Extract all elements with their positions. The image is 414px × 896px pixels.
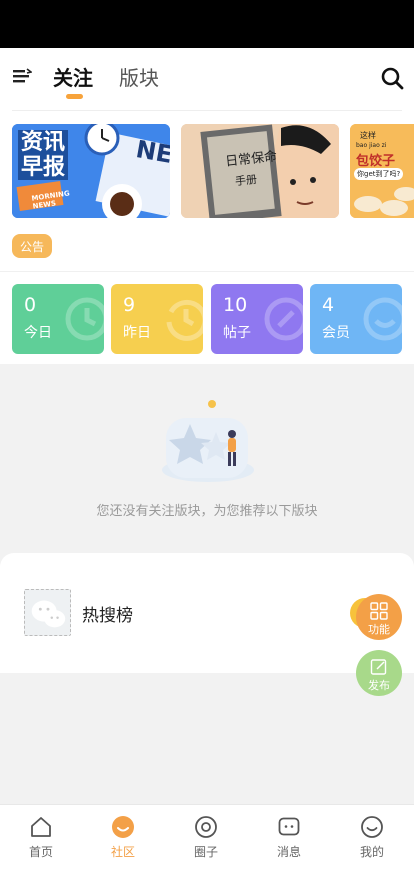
stat-label-today: 今日 — [24, 325, 52, 341]
home-icon — [31, 817, 51, 837]
recommendation-title: 热搜榜 — [82, 606, 133, 626]
stat-card-today[interactable]: 0 今日 — [12, 284, 104, 354]
banner-title-line-1: 资讯 — [18, 130, 69, 155]
nav-label-message: 消息 — [276, 845, 301, 859]
tab-follow[interactable]: 关注 — [53, 62, 93, 91]
nav-label-community: 社区 — [110, 845, 135, 859]
recommendation-item[interactable]: 热搜榜 — [24, 589, 274, 637]
notice-divider — [0, 271, 414, 272]
bottom-safe-area — [0, 874, 414, 896]
notice-chip[interactable]: 公告 — [12, 234, 52, 258]
nav-item-circle[interactable]: 圈子 — [165, 805, 247, 865]
tab-indicator — [66, 94, 83, 99]
stat-label-members: 会员 — [322, 325, 350, 341]
history-icon — [166, 299, 203, 341]
publish-label: 发布 — [368, 679, 390, 692]
profile-icon — [361, 816, 383, 838]
banner-title-line-2: 早报 — [18, 155, 69, 180]
stat-value-members: 4 — [322, 294, 335, 316]
banner-morning-news[interactable]: 资讯 早报 MORNING NEWS NE — [12, 124, 170, 218]
nav-item-message[interactable]: 消息 — [248, 805, 330, 865]
stat-card-posts[interactable]: 10 帖子 — [211, 284, 303, 354]
empty-state-illustration — [162, 400, 254, 482]
function-label: 功能 — [368, 623, 390, 636]
dumplings-top-text: 这样 — [360, 131, 376, 140]
community-icon — [112, 816, 134, 838]
menu-icon[interactable] — [12, 66, 32, 86]
nav-item-community[interactable]: 社区 — [82, 805, 164, 865]
bottom-nav: 首页 社区 圈子 消息 我的 — [0, 804, 414, 874]
nav-item-profile[interactable]: 我的 — [331, 805, 413, 865]
grid-icon — [370, 602, 388, 620]
handbook-subtitle: 手册 — [234, 172, 258, 189]
message-icon — [278, 817, 300, 836]
header: 关注 版块 — [0, 48, 414, 110]
smile-icon — [363, 297, 402, 341]
tab-sections[interactable]: 版块 — [119, 62, 159, 91]
nav-label-profile: 我的 — [359, 845, 384, 859]
dumplings-pinyin: bao jiao zi — [356, 142, 387, 149]
function-button[interactable]: 功能 — [356, 594, 402, 640]
handbook-illustration — [181, 124, 339, 218]
banner-dumplings[interactable]: 这样 bao jiao zi 包饺子 你get到了吗? — [350, 124, 414, 218]
publish-button[interactable]: 发布 — [356, 650, 402, 696]
stat-card-members[interactable]: 4 会员 — [310, 284, 402, 354]
stat-value-today: 0 — [24, 294, 37, 316]
dumplings-bubble: 你get到了吗? — [354, 168, 404, 180]
nav-item-home[interactable]: 首页 — [0, 805, 82, 865]
nav-label-home: 首页 — [28, 845, 53, 859]
stat-card-yesterday[interactable]: 9 昨日 — [111, 284, 203, 354]
stat-label-posts: 帖子 — [223, 325, 251, 341]
top-panel: 关注 版块 资讯 早报 MORNING NEWS NE 日常保命 手册 这样 b… — [0, 48, 414, 364]
stat-value-yesterday: 9 — [123, 294, 136, 316]
stat-label-yesterday: 昨日 — [123, 325, 151, 341]
circle-icon — [195, 816, 217, 838]
banner-survival-handbook[interactable]: 日常保命 手册 — [181, 124, 339, 218]
status-bar — [0, 0, 414, 48]
header-divider — [12, 110, 402, 111]
search-icon[interactable] — [380, 66, 404, 90]
clock-icon — [65, 297, 104, 341]
dumplings-title: 包饺子 — [356, 154, 396, 169]
stat-value-posts: 10 — [223, 294, 248, 316]
compass-icon — [264, 297, 303, 341]
empty-state-message: 您还没有关注版块，为您推荐以下版块 — [96, 504, 318, 519]
wechat-placeholder-icon — [24, 589, 71, 636]
edit-icon — [370, 659, 387, 675]
nav-label-circle: 圈子 — [193, 845, 218, 859]
